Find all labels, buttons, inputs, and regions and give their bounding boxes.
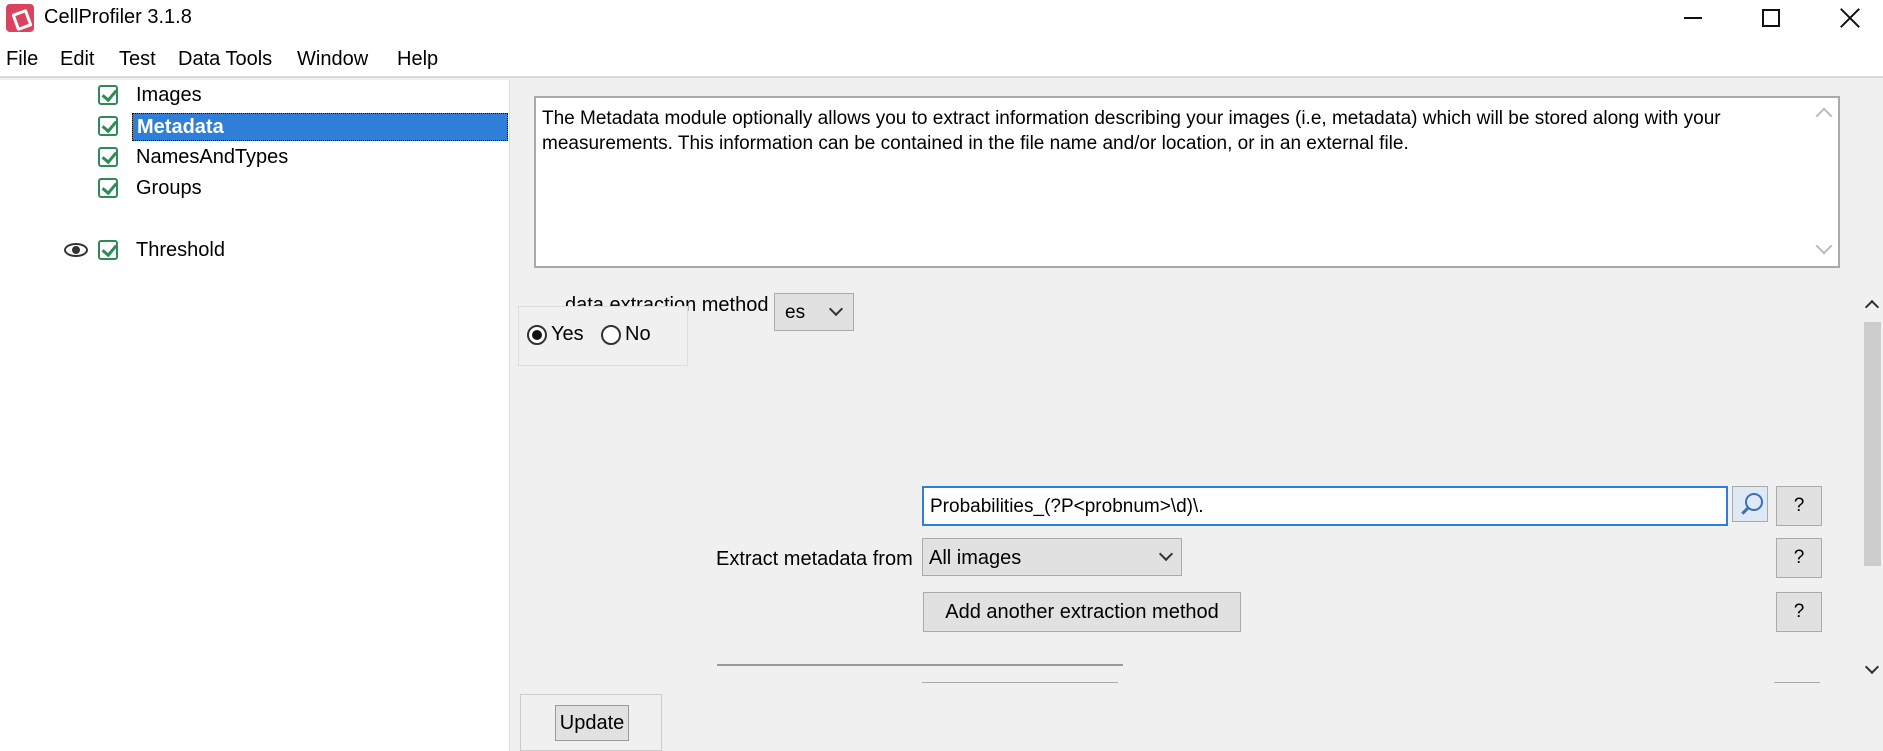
add-extraction-method-button[interactable]: Add another extraction method (923, 592, 1241, 632)
pipeline-item-label: Groups (136, 177, 202, 199)
enabled-check-icon[interactable] (98, 178, 118, 198)
pipeline-item-images[interactable]: Images (0, 80, 509, 110)
enabled-check-icon[interactable] (98, 116, 118, 136)
menu-window[interactable]: Window (297, 48, 368, 71)
regex-search-button[interactable] (1732, 486, 1768, 522)
chevron-down-icon (828, 301, 844, 317)
menu-edit[interactable]: Edit (60, 48, 94, 71)
minimize-icon (1684, 17, 1702, 19)
window-title: CellProfiler 3.1.8 (44, 6, 192, 28)
module-help-text: The Metadata module optionally allows yo… (542, 108, 1721, 154)
extraction-method-dropdown[interactable]: es (774, 293, 854, 331)
enabled-check-icon[interactable] (98, 240, 118, 260)
menu-data-tools[interactable]: Data Tools (178, 48, 272, 71)
maximize-icon (1762, 9, 1780, 27)
update-panel: Update (520, 694, 662, 751)
pipeline-item-metadata[interactable]: Metadata (0, 111, 509, 141)
scroll-up-icon[interactable] (1815, 107, 1833, 125)
radio-no-label: No (625, 323, 651, 345)
pipeline-item-label: NamesAndTypes (136, 146, 289, 168)
chevron-down-icon (1158, 546, 1174, 562)
scroll-down-icon[interactable] (1815, 237, 1833, 255)
scroll-down-icon[interactable] (1864, 659, 1880, 675)
extract-from-value: All images (929, 547, 1022, 569)
partial-control[interactable] (922, 682, 1118, 684)
radio-yes[interactable] (527, 325, 547, 345)
pipeline-item-threshold[interactable]: Threshold (0, 235, 509, 265)
menu-file[interactable]: File (6, 48, 38, 71)
close-button[interactable] (1817, 0, 1883, 36)
radio-no[interactable] (601, 325, 621, 345)
extract-from-label: Extract metadata from (716, 548, 913, 570)
regex-input-field[interactable] (930, 494, 1720, 520)
cellprofiler-logo-icon (6, 4, 34, 32)
module-settings-panel: es data extraction method Yes No ? Extra… (510, 290, 1862, 684)
yes-no-radio-group: Yes No (518, 306, 688, 366)
pipeline-item-label: Threshold (136, 239, 225, 261)
extract-from-dropdown[interactable]: All images (922, 538, 1182, 576)
radio-yes-label: Yes (551, 323, 584, 345)
help-button-regex[interactable]: ? (1776, 486, 1822, 526)
maximize-button[interactable] (1738, 0, 1804, 36)
pipeline-item-namesandtypes[interactable]: NamesAndTypes (0, 142, 509, 172)
eye-icon[interactable] (64, 243, 88, 257)
title-bar: CellProfiler 3.1.8 (0, 0, 1883, 36)
menu-test[interactable]: Test (119, 48, 156, 71)
settings-divider (717, 664, 1123, 666)
scroll-up-icon[interactable] (1864, 299, 1880, 315)
pipeline-item-label: Metadata (132, 113, 508, 141)
pipeline-item-groups[interactable]: Groups (0, 173, 509, 203)
module-help-box: The Metadata module optionally allows yo… (534, 96, 1840, 268)
help-button-extract-from[interactable]: ? (1776, 538, 1822, 578)
menu-bar: File Edit Test Data Tools Window Help (0, 36, 1883, 78)
regex-input[interactable] (922, 486, 1728, 526)
minimize-button[interactable] (1660, 0, 1726, 36)
pipeline-panel: Images Metadata NamesAndTypes Groups Thr… (0, 80, 509, 751)
help-button-add-method[interactable]: ? (1776, 592, 1822, 632)
scrollbar-thumb[interactable] (1864, 322, 1881, 566)
enabled-check-icon[interactable] (98, 85, 118, 105)
extraction-method-value: es (785, 302, 806, 323)
enabled-check-icon[interactable] (98, 147, 118, 167)
close-icon (1839, 7, 1861, 29)
menu-help[interactable]: Help (397, 48, 438, 71)
settings-scrollbar[interactable] (1862, 290, 1883, 684)
pipeline-item-label: Images (136, 84, 202, 106)
update-button[interactable]: Update (555, 705, 629, 741)
partial-help-button[interactable] (1774, 682, 1820, 684)
